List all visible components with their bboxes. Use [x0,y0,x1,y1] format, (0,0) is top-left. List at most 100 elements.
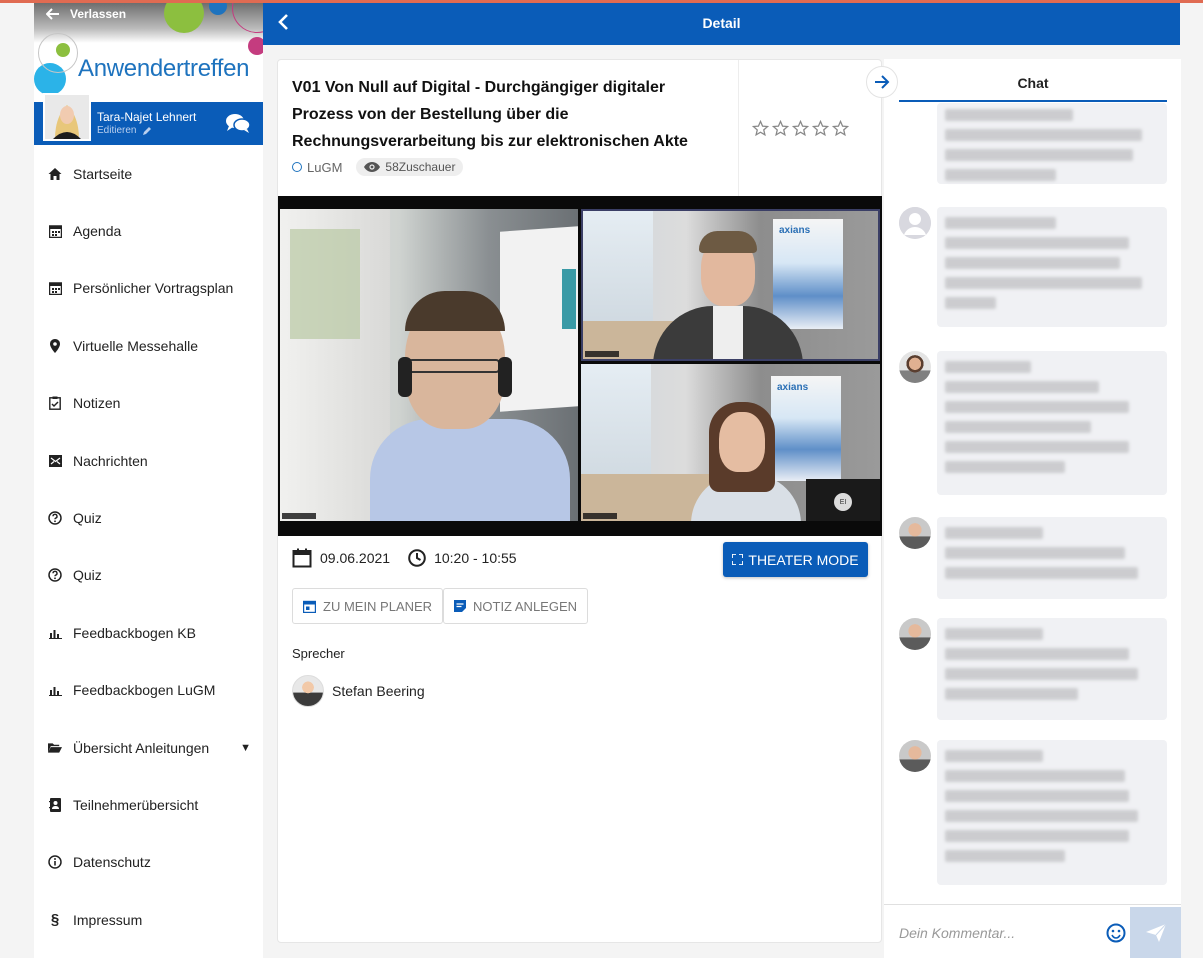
tab-chat[interactable]: Chat [899,75,1167,91]
star-icon[interactable] [832,120,849,137]
sidebar-menu: Startseite Agenda Persönlicher Vortragsp… [34,145,263,948]
arrow-left-icon [46,8,59,20]
session-card: V01 Von Null auf Digital - Durchgängiger… [277,59,882,943]
speaker-avatar [292,675,324,707]
sidebar-item-feedbackbogen-kb[interactable]: Feedbackbogen KB [34,604,263,661]
edit-label: Editieren [97,125,137,136]
chat-avatar [899,351,931,383]
star-icon[interactable] [792,120,809,137]
tab-indicator [899,100,1167,102]
session-meta: LuGM 58Zuschauer [292,158,464,176]
edit-profile-link[interactable]: Editieren [97,125,152,136]
chat-message [937,351,1167,495]
sidebar-item-label: Startseite [73,165,133,182]
poster-brand: axians [779,225,811,236]
sidebar-item-label: Virtuelle Messehalle [73,337,199,354]
leave-button[interactable]: Verlassen [46,7,126,21]
pencil-icon [143,126,152,135]
sidebar-item-notizen[interactable]: Notizen [34,375,263,432]
session-title: V01 Von Null auf Digital - Durchgängiger… [292,79,688,150]
sidebar-item-anleitungen[interactable]: Übersicht Anleitungen ▼ [34,719,263,776]
sidebar-item-label: Agenda [73,223,122,240]
speaker-item[interactable]: Stefan Beering [292,675,425,707]
sidebar-item-label: Feedbackbogen LuGM [73,682,216,699]
chat-message [937,103,1167,184]
add-note-button[interactable]: NOTIZ ANLEGEN [443,588,589,624]
calendar-icon [48,281,62,296]
question-circle-icon [48,511,62,525]
folder-open-icon [48,741,62,755]
viewer-count-badge: 58Zuschauer [356,158,464,176]
sidebar-item-label: Datenschutz [73,854,151,871]
chat-avatar [899,740,931,772]
chat-message [937,517,1167,599]
sidebar-item-messehalle[interactable]: Virtuelle Messehalle [34,317,263,374]
chat-message [937,207,1167,327]
section-sign-icon: § [50,911,60,929]
user-avatar[interactable] [43,93,91,141]
sidebar-item-label: Notizen [73,395,121,412]
sidebar-item-quiz-1[interactable]: Quiz [34,489,263,546]
track-badge: LuGM [292,160,342,175]
user-name: Tara-Najet Lehnert [97,110,197,124]
chat-avatar [899,618,931,650]
calendar-icon [48,224,62,239]
brand-title: Anwendertreffen [78,55,250,82]
add-to-planner-button[interactable]: ZU MEIN PLANER [292,588,444,624]
axians-poster: axians [771,376,841,481]
session-datetime: 09.06.2021 10:20 - 10:55 [292,548,517,568]
chat-bubbles-icon [226,114,251,133]
video-tile-speaker: axians [581,209,880,361]
sidebar-item-datenschutz[interactable]: Datenschutz [34,834,263,891]
chat-toggle-button[interactable] [225,112,251,139]
contact-book-icon [48,797,62,812]
collapse-chat-button[interactable] [866,66,898,98]
star-icon[interactable] [812,120,829,137]
add-to-planner-label: ZU MEIN PLANER [323,598,433,614]
calendar-plus-icon [303,600,316,613]
location-pin-icon [48,338,62,353]
theater-mode-button[interactable]: THEATER MODE [723,542,868,577]
poster-brand: axians [777,382,809,393]
sidebar-item-label: Teilnehmerübersicht [73,796,199,813]
sidebar-item-agenda[interactable]: Agenda [34,202,263,259]
speaker-name: Stefan Beering [332,683,425,699]
session-date: 09.06.2021 [320,550,391,566]
sidebar-item-nachrichten[interactable]: Nachrichten [34,432,263,489]
sidebar-item-vortragsplan[interactable]: Persönlicher Vortragsplan [34,260,263,317]
star-icon[interactable] [772,120,789,137]
chat-avatar [899,207,931,239]
sidebar-item-feedbackbogen-lugm[interactable]: Feedbackbogen LuGM [34,662,263,719]
add-note-label: NOTIZ ANLEGEN [473,598,578,614]
axians-poster: axians [773,219,843,329]
session-time: 10:20 - 10:55 [434,550,517,566]
video-player[interactable]: axians axians EI [278,196,882,536]
sidebar-item-label: Feedbackbogen KB [73,624,196,641]
star-rating[interactable] [752,120,849,137]
sidebar-item-startseite[interactable]: Startseite [34,145,263,202]
chevron-down-icon[interactable]: ▼ [240,742,251,754]
sidebar-item-label: Nachrichten [73,452,148,469]
sidebar-item-quiz-2[interactable]: Quiz [34,547,263,604]
send-button[interactable] [1130,907,1181,958]
chat-comment-input[interactable]: Dein Kommentar... [899,925,1015,941]
header-divider [738,60,739,196]
bar-chart-icon [48,683,62,697]
star-icon[interactable] [752,120,769,137]
bar-chart-icon [48,626,62,640]
chat-avatar [899,517,931,549]
sidebar-banner: Verlassen Anwendertreffen [34,3,263,102]
page-title: Detail [702,15,741,31]
sidebar-item-impressum[interactable]: § Impressum [34,891,263,948]
eye-icon [364,162,381,172]
clock-icon [408,549,426,567]
speakers-heading: Sprecher [292,646,345,661]
emoji-button[interactable] [1106,923,1126,948]
sidebar: Verlassen Anwendertreffen Tara-Najet Leh… [34,3,263,958]
sidebar-item-label: Quiz [73,510,102,527]
circle-outline-icon [292,162,302,172]
clipboard-check-icon [48,396,62,411]
sidebar-item-teilnehmer[interactable]: Teilnehmerübersicht [34,776,263,833]
video-tile-main [280,209,578,521]
sidebar-item-label: Impressum [73,911,143,928]
